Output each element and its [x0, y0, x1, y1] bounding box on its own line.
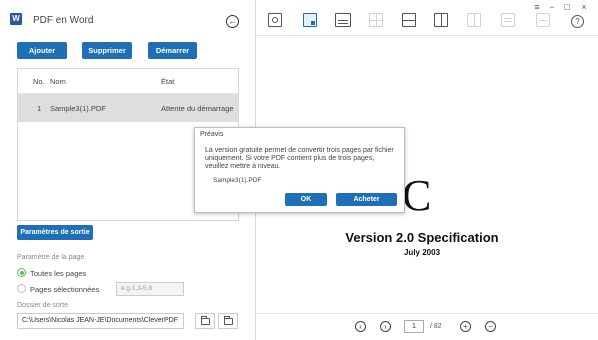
header-no: No. [33, 77, 45, 86]
page-number-input[interactable]: 1 [404, 320, 424, 333]
document-title: Version 2.0 Specification [345, 230, 499, 245]
page-param-label: Paramètre de la page [17, 254, 85, 261]
help-icon[interactable]: ? [571, 15, 584, 28]
split-horizontal-icon[interactable] [402, 13, 416, 27]
output-folder-label: Dossier de sorte [17, 302, 68, 309]
dialog-message: La version gratuite permet de convertir … [205, 147, 394, 170]
arrow-left-icon[interactable]: ← [226, 15, 239, 28]
add-column-icon [467, 13, 481, 27]
dialog-file-name: Sample3(1).PDF [213, 177, 262, 184]
table-header: No. Nom État [18, 69, 238, 94]
select-tool-icon[interactable] [303, 13, 317, 27]
pages-input[interactable]: e.g.1,3-5,8 [116, 282, 184, 296]
document-date: July 2003 [403, 248, 441, 257]
all-pages-label: Toutes les pages [30, 269, 87, 278]
folder-open-icon [224, 316, 233, 325]
page-total: / 82 [430, 323, 442, 330]
header-name: Nom [50, 77, 66, 86]
folder-icon [201, 316, 210, 325]
list-view-icon [501, 13, 515, 27]
document-letter: C [402, 171, 432, 220]
browse-folder-button[interactable] [195, 313, 215, 329]
delete-button[interactable]: Supprimer [82, 42, 132, 59]
menu-icon[interactable]: ≡ [531, 2, 543, 12]
prev-page-icon[interactable]: ‹ [355, 321, 366, 332]
app-title: PDF en Word [33, 15, 94, 26]
close-icon[interactable]: × [578, 2, 590, 12]
row-name: Sample3(1).PDF [50, 104, 106, 113]
header-state: État [161, 77, 175, 86]
table-row[interactable]: 1 Sample3(1).PDF Attente du démarrage [18, 94, 238, 122]
word-app-icon: W [10, 13, 22, 25]
zoom-in-icon[interactable]: + [460, 321, 471, 332]
selected-pages-radio[interactable] [17, 284, 26, 293]
table-tool-icon [369, 13, 383, 27]
minimize-icon[interactable]: − [546, 2, 558, 12]
add-button[interactable]: Ajouter [17, 42, 67, 59]
split-vertical-icon[interactable] [434, 13, 448, 27]
delete-region-icon [536, 13, 550, 27]
buy-button[interactable]: Acheter [336, 193, 397, 206]
row-state: Attente du démarrage [161, 104, 234, 113]
page-navigator: ‹ › 1 / 82 + − [256, 313, 598, 340]
ok-button[interactable]: OK [285, 193, 327, 206]
title-bar: W PDF en Word ← [0, 0, 256, 36]
output-params-button[interactable]: Paramètres de sortie [17, 225, 93, 240]
open-folder-button[interactable] [218, 313, 238, 329]
maximize-icon[interactable]: □ [561, 2, 573, 12]
start-button[interactable]: Démarrer [148, 42, 197, 59]
notice-dialog: Préavis La version gratuite permet de co… [194, 127, 405, 213]
zoom-fit-icon[interactable] [268, 13, 282, 27]
row-no: 1 [37, 104, 42, 113]
all-pages-radio[interactable] [17, 268, 26, 277]
image-tool-icon[interactable] [335, 13, 351, 27]
next-page-icon[interactable]: › [380, 321, 391, 332]
output-folder-field[interactable]: C:\Users\Nicolas JEAN-JE\Documents\Cleve… [17, 313, 184, 329]
dialog-title: Préavis [200, 131, 224, 138]
selected-pages-label: Pages sélectionnées [30, 285, 100, 294]
preview-toolbar: ? ≡ − □ × [256, 0, 598, 36]
zoom-out-icon[interactable]: − [485, 321, 496, 332]
